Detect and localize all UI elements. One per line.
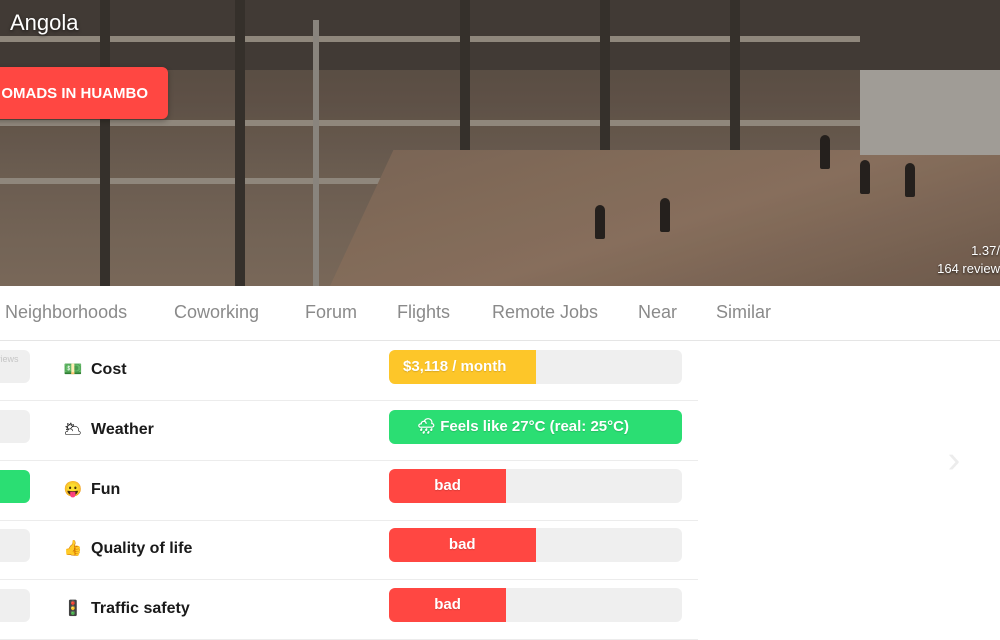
score-bar: bad (389, 588, 682, 622)
score-value: bad (434, 596, 461, 613)
tab-neighborhoods[interactable]: Neighborhoods (5, 302, 127, 323)
money-icon: 💵 (63, 361, 83, 378)
score-row-traffic-safety[interactable]: 🚦 Traffic safety bad (0, 580, 698, 640)
score-value: bad (448, 536, 476, 553)
cloud-icon: 🌥 (63, 421, 83, 438)
score-label: Quality of life (91, 540, 193, 557)
score-row-cost[interactable]: 💵 Cost $3,118 / month (0, 341, 698, 401)
score-bar: bad (389, 469, 682, 503)
traffic-light-icon: 🚦 (63, 600, 83, 617)
rating-score: 1.37/ (971, 243, 1000, 258)
city-hero: Angola OMADS IN HUAMBO 1.37/ 164 review (0, 0, 1000, 286)
score-bar: $3,118 / month (389, 350, 682, 384)
thumbs-up-icon: 👍 (63, 540, 83, 557)
score-label: Fun (91, 481, 121, 498)
city-tabs: Neighborhoods Coworking Forum Flights Re… (0, 286, 1000, 341)
score-bar: bad (389, 528, 682, 562)
tab-flights[interactable]: Flights (397, 302, 450, 323)
hero-shade (0, 0, 1000, 286)
tab-forum[interactable]: Forum (305, 302, 357, 323)
tab-similar[interactable]: Similar (716, 302, 771, 323)
face-icon: 😛 (63, 481, 83, 498)
tab-coworking[interactable]: Coworking (174, 302, 259, 323)
score-row-weather[interactable]: 🌥 Weather 🌧 Feels like 27°C (real: 25°C) (0, 401, 698, 461)
score-value: 🌧 Feels like 27°C (real: 25°C) (417, 418, 629, 435)
score-value: $3,118 / month (403, 358, 507, 375)
score-value: bad (434, 477, 461, 494)
review-count[interactable]: 164 review (937, 260, 1000, 278)
city-title: Angola (10, 10, 79, 35)
score-label: Cost (91, 361, 127, 378)
rating-summary: 1.37/ 164 review (937, 242, 1000, 278)
score-row-quality-of-life[interactable]: 👍 Quality of life bad (0, 520, 698, 580)
score-bar: 🌧 Feels like 27°C (real: 25°C) (389, 410, 682, 444)
nomads-in-city-button[interactable]: OMADS IN HUAMBO (0, 67, 168, 119)
score-row-fun[interactable]: 😛 Fun bad (0, 461, 698, 521)
score-label: Traffic safety (91, 600, 190, 617)
score-label: Weather (91, 421, 154, 438)
tab-remote-jobs[interactable]: Remote Jobs (492, 302, 598, 323)
chevron-right-icon[interactable]: › (934, 440, 974, 480)
tab-near[interactable]: Near (638, 302, 677, 323)
